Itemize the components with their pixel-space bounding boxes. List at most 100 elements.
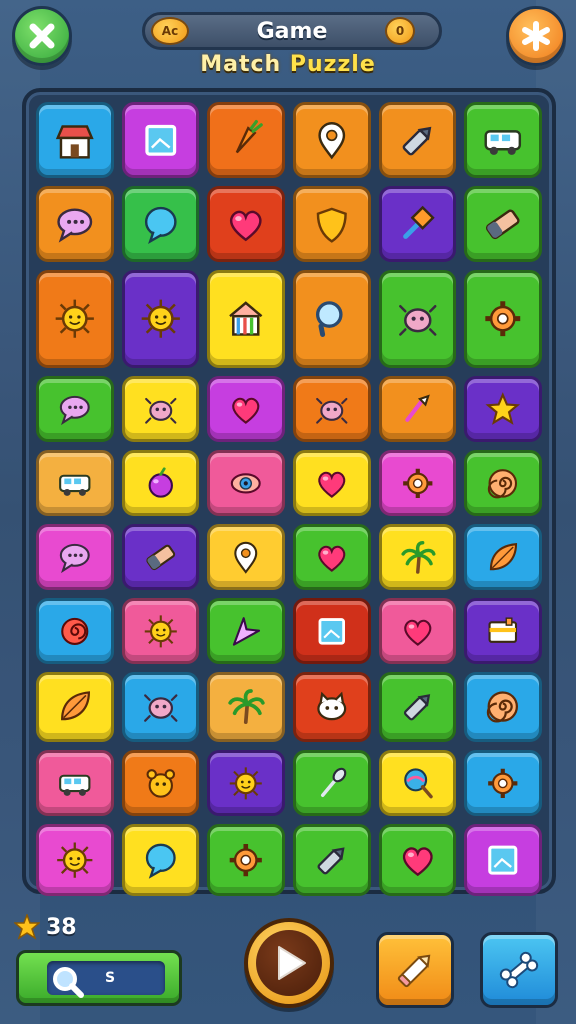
- tile-r7-c6[interactable]: [464, 598, 542, 664]
- bug-icon: [143, 694, 178, 723]
- van-icon: [484, 129, 522, 155]
- tile-r6-c4[interactable]: [293, 524, 371, 590]
- game-board: [22, 88, 556, 896]
- tile-r10-c1[interactable]: [36, 824, 114, 896]
- tile-r7-c2[interactable]: [121, 598, 200, 664]
- pin-icon: [318, 121, 346, 160]
- pin-icon: [234, 541, 258, 574]
- house-icon: [229, 301, 263, 337]
- heart-icon: [402, 847, 433, 876]
- tile-r5-c6[interactable]: [464, 450, 542, 516]
- tile-r7-c3[interactable]: [207, 598, 285, 664]
- gear-icon: [485, 301, 521, 337]
- pencil-icon: [397, 954, 431, 988]
- tile-r8-c2[interactable]: [121, 672, 200, 742]
- tile-r10-c6[interactable]: [464, 824, 542, 896]
- search-bar[interactable]: S: [16, 950, 182, 1006]
- tile-r8-c3[interactable]: [207, 672, 285, 742]
- flower-icon: [61, 617, 89, 645]
- frame-icon: [488, 845, 518, 875]
- palm-icon: [401, 540, 436, 574]
- close-icon: [29, 23, 55, 49]
- tile-r9-c2[interactable]: [121, 750, 200, 816]
- left-badge: Ac: [151, 17, 189, 45]
- tile-r3-c5[interactable]: [378, 270, 457, 368]
- tile-r5-c5[interactable]: [378, 450, 457, 516]
- pencil-button[interactable]: [376, 932, 454, 1008]
- tile-r10-c5[interactable]: [378, 824, 457, 896]
- tile-r5-c2[interactable]: [121, 450, 200, 516]
- tile-r5-c4[interactable]: [293, 450, 371, 516]
- tile-r2-c4[interactable]: [293, 186, 371, 262]
- tile-r9-c5[interactable]: [378, 750, 457, 816]
- van-icon: [59, 774, 91, 796]
- chat-icon: [59, 543, 90, 573]
- tile-r7-c1[interactable]: [36, 598, 114, 664]
- card-icon: [488, 617, 518, 643]
- gear-icon: [488, 768, 518, 798]
- tool-button[interactable]: [480, 932, 558, 1008]
- pen-icon: [403, 694, 430, 721]
- shop-icon: [55, 124, 94, 159]
- tile-r4-c1[interactable]: [36, 376, 114, 442]
- tile-r4-c4[interactable]: [293, 376, 371, 442]
- subtitle-match: Match: [200, 52, 282, 77]
- tile-r9-c3[interactable]: [207, 750, 285, 816]
- tile-r4-c6[interactable]: [464, 376, 542, 442]
- eraser-icon: [146, 544, 175, 570]
- pen-icon: [402, 126, 432, 156]
- tile-r5-c1[interactable]: [36, 450, 114, 516]
- tile-r7-c5[interactable]: [378, 598, 457, 664]
- bug-icon: [316, 397, 348, 424]
- tile-r1-c3[interactable]: [207, 102, 285, 178]
- swirl-icon: [488, 468, 518, 498]
- play-button[interactable]: [244, 918, 334, 1008]
- tile-r9-c4[interactable]: [293, 750, 371, 816]
- tile-r8-c4[interactable]: [293, 672, 371, 742]
- magnifier-icon: [316, 301, 343, 338]
- tile-r3-c3[interactable]: [207, 270, 285, 368]
- tile-r2-c2[interactable]: [121, 186, 200, 262]
- tile-r9-c1[interactable]: [36, 750, 114, 816]
- tile-r10-c4[interactable]: [293, 824, 371, 896]
- tile-r9-c6[interactable]: [464, 750, 542, 816]
- tile-r4-c3[interactable]: [207, 376, 285, 442]
- tile-r1-c4[interactable]: [293, 102, 371, 178]
- tile-r3-c6[interactable]: [464, 270, 542, 368]
- tile-r6-c3[interactable]: [207, 524, 285, 590]
- tile-r10-c3[interactable]: [207, 824, 285, 896]
- tile-r4-c5[interactable]: [378, 376, 457, 442]
- chat-icon: [57, 208, 93, 243]
- tile-r5-c3[interactable]: [207, 450, 285, 516]
- tile-r2-c1[interactable]: [36, 186, 114, 262]
- tile-r1-c6[interactable]: [464, 102, 542, 178]
- tile-r1-c1[interactable]: [36, 102, 114, 178]
- tile-r8-c5[interactable]: [378, 672, 457, 742]
- star-count: 38: [46, 914, 77, 940]
- leaf-icon: [490, 542, 518, 570]
- tile-r4-c2[interactable]: [121, 376, 200, 442]
- tile-r3-c4[interactable]: [293, 270, 371, 368]
- tile-r2-c6[interactable]: [464, 186, 542, 262]
- tile-r1-c5[interactable]: [378, 102, 457, 178]
- arrow-icon: [233, 616, 261, 646]
- sun-icon: [57, 842, 93, 878]
- search-icon: [53, 967, 84, 998]
- frame-icon: [145, 124, 176, 156]
- star-icon: [485, 391, 521, 425]
- tile-r6-c5[interactable]: [378, 524, 457, 590]
- tile-r3-c1[interactable]: [36, 270, 114, 368]
- tile-r10-c2[interactable]: [121, 824, 200, 896]
- tile-r6-c1[interactable]: [36, 524, 114, 590]
- tile-r7-c4[interactable]: [293, 598, 371, 664]
- tile-r3-c2[interactable]: [121, 270, 200, 368]
- tile-r2-c5[interactable]: [378, 186, 457, 262]
- tile-r6-c6[interactable]: [464, 524, 542, 590]
- tile-r8-c6[interactable]: [464, 672, 542, 742]
- tile-r6-c2[interactable]: [121, 524, 200, 590]
- pen-icon: [317, 847, 345, 875]
- tile-r2-c3[interactable]: [207, 186, 285, 262]
- tile-r1-c2[interactable]: [121, 102, 200, 178]
- tile-r8-c1[interactable]: [36, 672, 114, 742]
- heart-icon: [232, 397, 260, 424]
